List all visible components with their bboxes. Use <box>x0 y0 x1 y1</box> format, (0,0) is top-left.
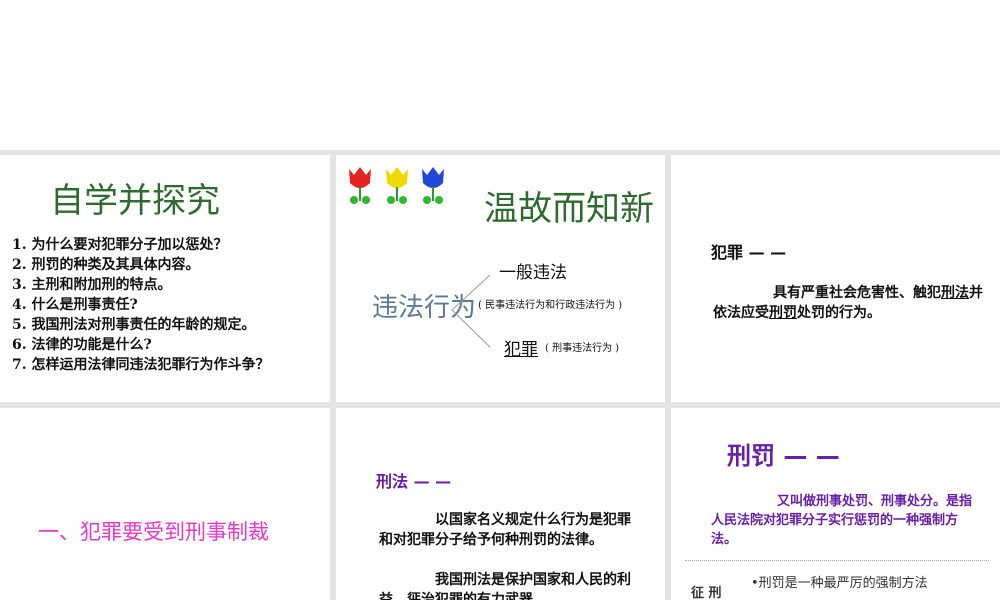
tulip-icon <box>386 167 408 204</box>
branch-general-note: ( 民事违法行为和行政违法行为 ) <box>478 300 623 311</box>
question: 1. 为什么要对犯罪分子加以惩处？ <box>12 237 228 253</box>
slide-grid: 自学并探究 1. 为什么要对犯罪分子加以惩处？ 2. 刑罚的种类及其具体内容。 … <box>0 150 1000 600</box>
definition-text: 具有严重社会危害性、触犯刑法并依法应受刑罚处罚的行为。 <box>713 283 993 323</box>
question: 5. 我国刑法对刑事责任的年龄的规定。 <box>12 317 256 333</box>
question: 3. 主刑和附加刑的特点。 <box>12 277 172 293</box>
slide-title: 温故而知新 <box>484 189 654 229</box>
slide-heading: 犯罪 — — <box>711 243 787 262</box>
side-label: 征 刑 <box>691 586 722 600</box>
term-criminal-law: 刑法 <box>941 285 969 301</box>
slide-heading: 刑法 — — <box>376 472 452 491</box>
definition-part: 处罚的行为。 <box>797 305 881 321</box>
paragraph: 我国刑法是保护国家和人民的利益、惩治犯罪的有力武器。 <box>379 572 631 600</box>
branch-crime-note: ( 刑事违法行为 ) <box>545 343 620 354</box>
term-penalty: 刑罚 <box>769 305 797 321</box>
divider <box>685 560 989 561</box>
slide-title: 自学并探究 <box>50 181 220 221</box>
slide-criminal-law[interactable]: 刑法 — — 以国家名义规定什么行为是犯罪和对犯罪分子给予何种刑罚的法律。 我国… <box>336 408 665 600</box>
section-title: 一、犯罪要受到刑事制裁 <box>38 520 269 544</box>
question: 2. 刑罚的种类及其具体内容。 <box>12 257 200 273</box>
question: 6. 法律的功能是什么? <box>12 337 152 353</box>
slide-penalty[interactable]: 刑罚 — — 又叫做刑事处罚、刑事处分。是指人民法院对犯罪分子实行惩罚的一种强制… <box>671 408 1000 600</box>
paragraph: 以国家名义规定什么行为是犯罪和对犯罪分子给予何种刑罚的法律。 <box>379 512 631 548</box>
definition-text: 又叫做刑事处罚、刑事处分。是指人民法院对犯罪分子实行惩罚的一种强制方法。 <box>711 494 973 547</box>
branch-general-violation: 一般违法 <box>499 263 567 283</box>
branch-crime: 犯罪 <box>504 340 538 360</box>
slide-heading: 刑罚 — — <box>727 442 840 470</box>
question-list: 1. 为什么要对犯罪分子加以惩处？ 2. 刑罚的种类及其具体内容。 3. 主刑和… <box>12 235 270 375</box>
slide-self-study[interactable]: 自学并探究 1. 为什么要对犯罪分子加以惩处？ 2. 刑罚的种类及其具体内容。 … <box>0 155 330 402</box>
tulip-icon <box>422 167 444 204</box>
definition-part: 具有严重社会危害性、触犯 <box>773 285 941 301</box>
question: 4. 什么是刑事责任? <box>12 297 138 313</box>
slide-section-title[interactable]: 一、犯罪要受到刑事制裁 <box>0 408 330 600</box>
question: 7. 怎样运用法律同违法犯罪行为作斗争？ <box>12 357 270 373</box>
bullet-item: •刑罚是一种最严厉的强制方法 <box>751 576 928 591</box>
slide-crime-definition[interactable]: 犯罪 — — 具有严重社会危害性、触犯刑法并依法应受刑罚处罚的行为。 <box>671 155 1000 402</box>
branch-lines <box>451 274 491 348</box>
slide-review[interactable]: 温故而知新 违法行为 一般违法 ( 民事违法行为和行政违法行为 ) 犯罪 ( 刑… <box>336 155 665 402</box>
tulip-icon <box>349 167 371 204</box>
